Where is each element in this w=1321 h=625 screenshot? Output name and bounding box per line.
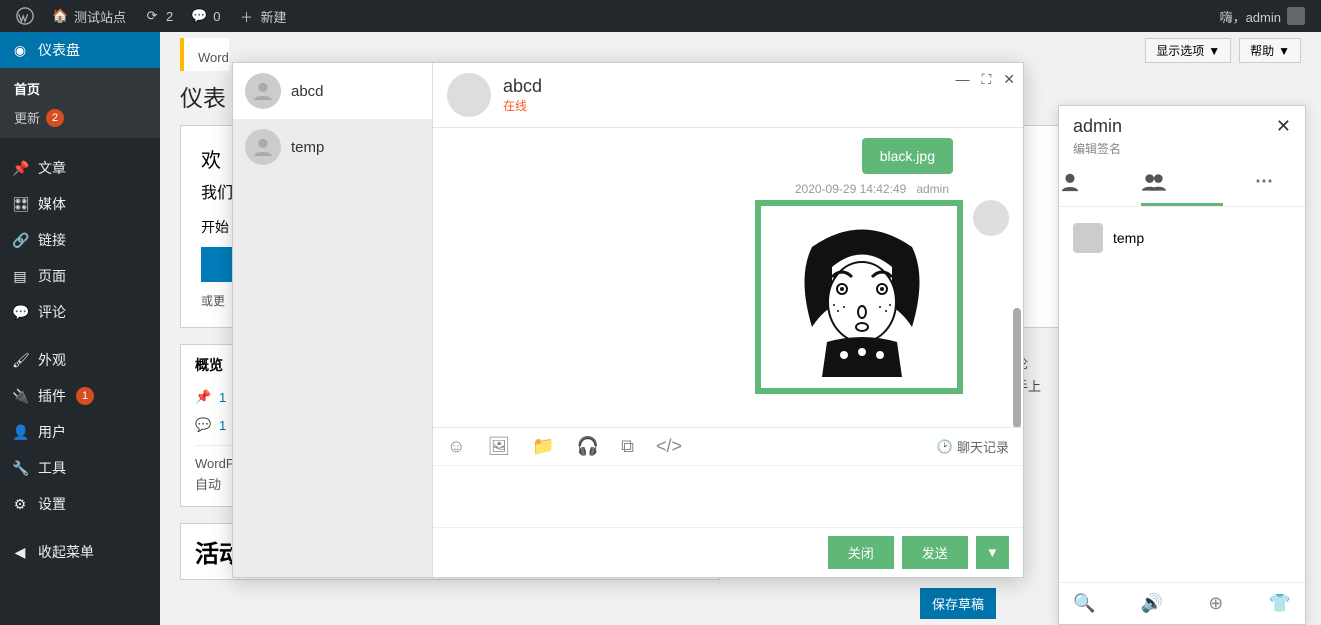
friend-avatar-icon bbox=[1073, 223, 1103, 253]
send-options-dropdown[interactable]: ▼ bbox=[976, 536, 1009, 569]
updates-link[interactable]: ⟳2 bbox=[136, 0, 181, 32]
scrollbar-thumb[interactable] bbox=[1013, 308, 1021, 427]
menu-settings[interactable]: ⚙设置 bbox=[0, 486, 160, 522]
menu-dashboard[interactable]: ◉仪表盘 bbox=[0, 32, 160, 68]
image-icon[interactable]: 🖼 bbox=[487, 436, 510, 457]
help-button[interactable]: 帮助 ▼ bbox=[1239, 38, 1301, 63]
wp-adminbar: 🏠测试站点 ⟳2 💬0 ＋新建 嗨，admin bbox=[0, 0, 1321, 32]
submenu-home[interactable]: 首页 bbox=[0, 74, 160, 103]
im-close-icon[interactable]: ✕ bbox=[1276, 116, 1291, 137]
image-message[interactable] bbox=[755, 200, 963, 394]
chat-header-name: abcd bbox=[503, 76, 542, 97]
howdy-user[interactable]: 嗨，admin bbox=[1212, 0, 1313, 32]
chat-send-button[interactable]: 发送 bbox=[902, 536, 968, 569]
chat-contacts: abcd temp bbox=[233, 63, 433, 577]
menu-appearance[interactable]: 🖌外观 bbox=[0, 342, 160, 378]
submenu-updates[interactable]: 更新2 bbox=[0, 103, 160, 132]
avatar-icon bbox=[245, 73, 281, 109]
site-name[interactable]: 🏠测试站点 bbox=[44, 0, 134, 32]
skin-icon[interactable]: 👕 bbox=[1269, 593, 1291, 614]
maximize-icon[interactable]: ⛶ bbox=[981, 71, 991, 88]
screen-options-button[interactable]: 显示选项 ▼ bbox=[1145, 38, 1231, 63]
menu-media[interactable]: 🎛媒体 bbox=[0, 186, 160, 222]
save-draft-button[interactable]: 保存草稿 bbox=[920, 588, 996, 619]
chat-contact-item[interactable]: temp bbox=[233, 119, 432, 175]
emoji-icon[interactable]: ☺ bbox=[447, 436, 465, 457]
chat-contact-item[interactable]: abcd bbox=[233, 63, 432, 119]
file-icon[interactable]: 📁 bbox=[532, 436, 554, 457]
chat-history-button[interactable]: 🕑 聊天记录 bbox=[937, 437, 1009, 456]
menu-pages[interactable]: ▤页面 bbox=[0, 258, 160, 294]
menu-links[interactable]: 🔗链接 bbox=[0, 222, 160, 258]
minimize-icon[interactable]: — bbox=[955, 71, 969, 88]
contact-name: temp bbox=[291, 139, 324, 156]
im-panel: admin ✕ 编辑签名 ⋯ temp 🔍 🔊 ⊕ 👕 bbox=[1058, 105, 1306, 625]
chat-status: 在线 bbox=[503, 97, 542, 114]
menu-users[interactable]: 👤用户 bbox=[0, 414, 160, 450]
menu-comments[interactable]: 💬评论 bbox=[0, 294, 160, 330]
chat-main: — ⛶ ✕ abcd 在线 black.jpg 2020-09-29 14:42… bbox=[433, 63, 1023, 577]
chat-toolbar: ☺ 🖼 📁 🎧 ⧉ </> 🕑 聊天记录 bbox=[433, 427, 1023, 465]
file-message[interactable]: black.jpg bbox=[862, 138, 953, 174]
comments-link[interactable]: 💬0 bbox=[183, 0, 228, 32]
new-content[interactable]: ＋新建 bbox=[230, 0, 294, 32]
im-tabs: ⋯ bbox=[1059, 161, 1305, 207]
menu-posts[interactable]: 📌文章 bbox=[0, 150, 160, 186]
chat-body: black.jpg 2020-09-29 14:42:49 admin bbox=[433, 128, 1023, 427]
user-avatar-icon bbox=[1287, 7, 1305, 25]
chat-textarea[interactable] bbox=[447, 472, 1009, 521]
im-friend-list: temp bbox=[1059, 207, 1305, 582]
contact-name: abcd bbox=[291, 83, 324, 100]
menu-collapse[interactable]: ◀收起菜单 bbox=[0, 534, 160, 570]
admin-menu: ◉仪表盘 首页 更新2 📌文章 🎛媒体 🔗链接 ▤页面 💬评论 🖌外观 🔌插件1… bbox=[0, 32, 160, 625]
im-friend-item[interactable]: temp bbox=[1059, 215, 1305, 261]
video-icon[interactable]: ⧉ bbox=[621, 436, 634, 457]
admin-notice: Word bbox=[180, 38, 229, 71]
tab-friends[interactable] bbox=[1059, 161, 1141, 206]
msg-avatar bbox=[973, 200, 1009, 236]
sound-icon[interactable]: 🔊 bbox=[1141, 593, 1163, 614]
search-icon[interactable]: 🔍 bbox=[1073, 593, 1095, 614]
chat-header-avatar bbox=[447, 73, 491, 117]
tab-groups[interactable] bbox=[1141, 161, 1223, 206]
add-icon[interactable]: ⊕ bbox=[1208, 593, 1223, 614]
cartoon-face-icon bbox=[772, 217, 952, 377]
friend-name: temp bbox=[1113, 230, 1144, 246]
im-username: admin bbox=[1073, 116, 1122, 137]
wp-logo[interactable] bbox=[8, 0, 42, 32]
im-signature[interactable]: 编辑签名 bbox=[1073, 140, 1291, 157]
avatar-icon bbox=[245, 129, 281, 165]
code-icon[interactable]: </> bbox=[656, 436, 682, 457]
msg-meta: 2020-09-29 14:42:49 admin bbox=[447, 182, 949, 196]
audio-icon[interactable]: 🎧 bbox=[577, 436, 599, 457]
close-icon[interactable]: ✕ bbox=[1003, 71, 1015, 88]
chat-close-button[interactable]: 关闭 bbox=[828, 536, 894, 569]
tab-more[interactable]: ⋯ bbox=[1223, 161, 1305, 206]
chat-window: abcd temp — ⛶ ✕ abcd 在线 black.jpg 2020-0… bbox=[232, 62, 1024, 578]
im-footer: 🔍 🔊 ⊕ 👕 bbox=[1059, 582, 1305, 624]
menu-plugins[interactable]: 🔌插件1 bbox=[0, 378, 160, 414]
menu-tools[interactable]: 🔧工具 bbox=[0, 450, 160, 486]
chat-input-area bbox=[433, 465, 1023, 527]
plugins-badge: 1 bbox=[76, 387, 94, 405]
updates-badge: 2 bbox=[46, 109, 64, 127]
